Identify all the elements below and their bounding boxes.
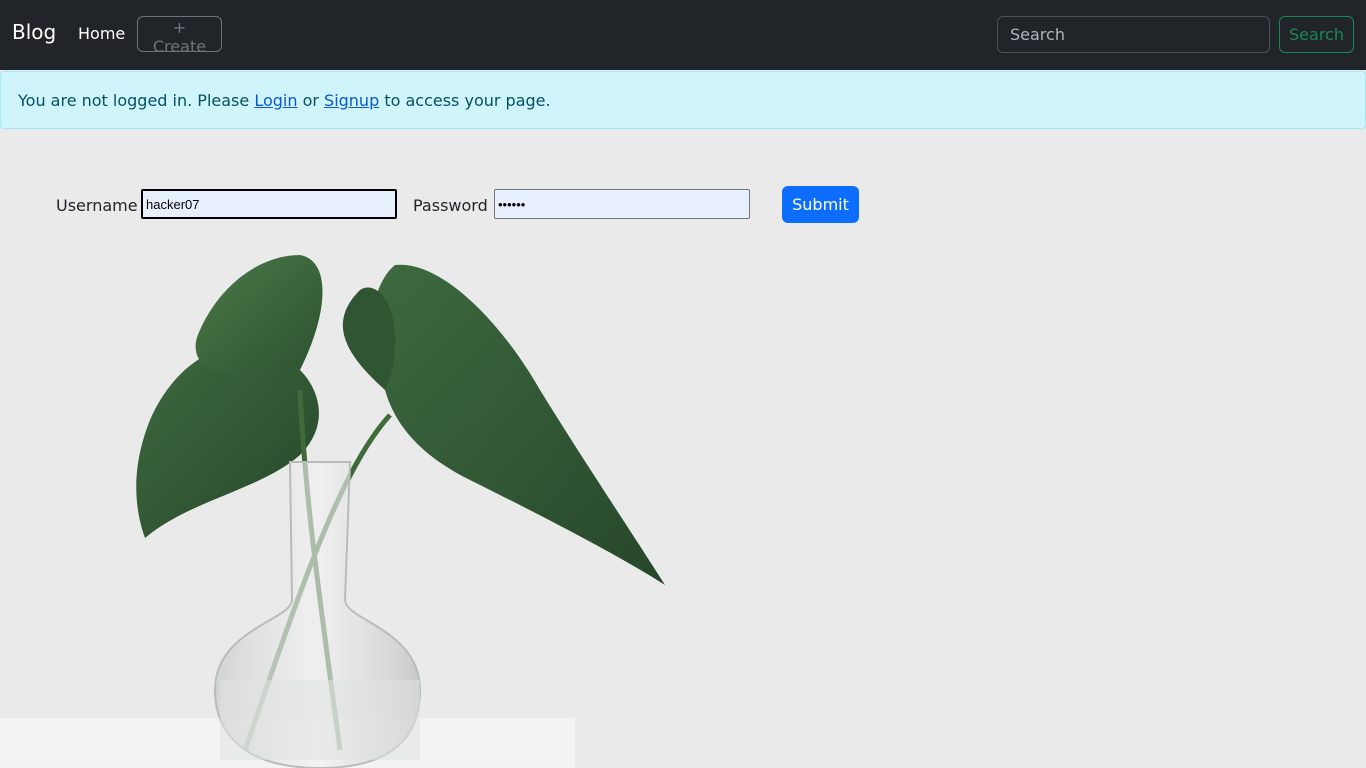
password-input[interactable] (494, 189, 750, 219)
search-button[interactable]: Search (1279, 16, 1354, 53)
submit-button[interactable]: Submit (782, 186, 859, 223)
not-logged-in-alert: You are not logged in. Please Login or S… (0, 71, 1366, 129)
login-link[interactable]: Login (254, 91, 297, 110)
alert-middle: or (297, 91, 325, 110)
signup-link[interactable]: Signup (324, 91, 379, 110)
password-label: Password : (413, 196, 499, 215)
username-input[interactable] (141, 189, 397, 219)
create-button[interactable]: + Create (137, 16, 222, 56)
alert-prefix: You are not logged in. Please (18, 91, 255, 110)
alert-message: You are not logged in. Please Login or S… (18, 91, 551, 110)
username-label: Username : (56, 196, 149, 215)
top-navbar: Blog Home + Create Search (0, 0, 1366, 70)
brand-link[interactable]: Blog (12, 20, 56, 44)
alert-suffix: to access your page. (379, 91, 551, 110)
search-input[interactable] (997, 16, 1270, 53)
nav-home-link[interactable]: Home (78, 24, 125, 43)
plant-vase-image (0, 255, 665, 768)
